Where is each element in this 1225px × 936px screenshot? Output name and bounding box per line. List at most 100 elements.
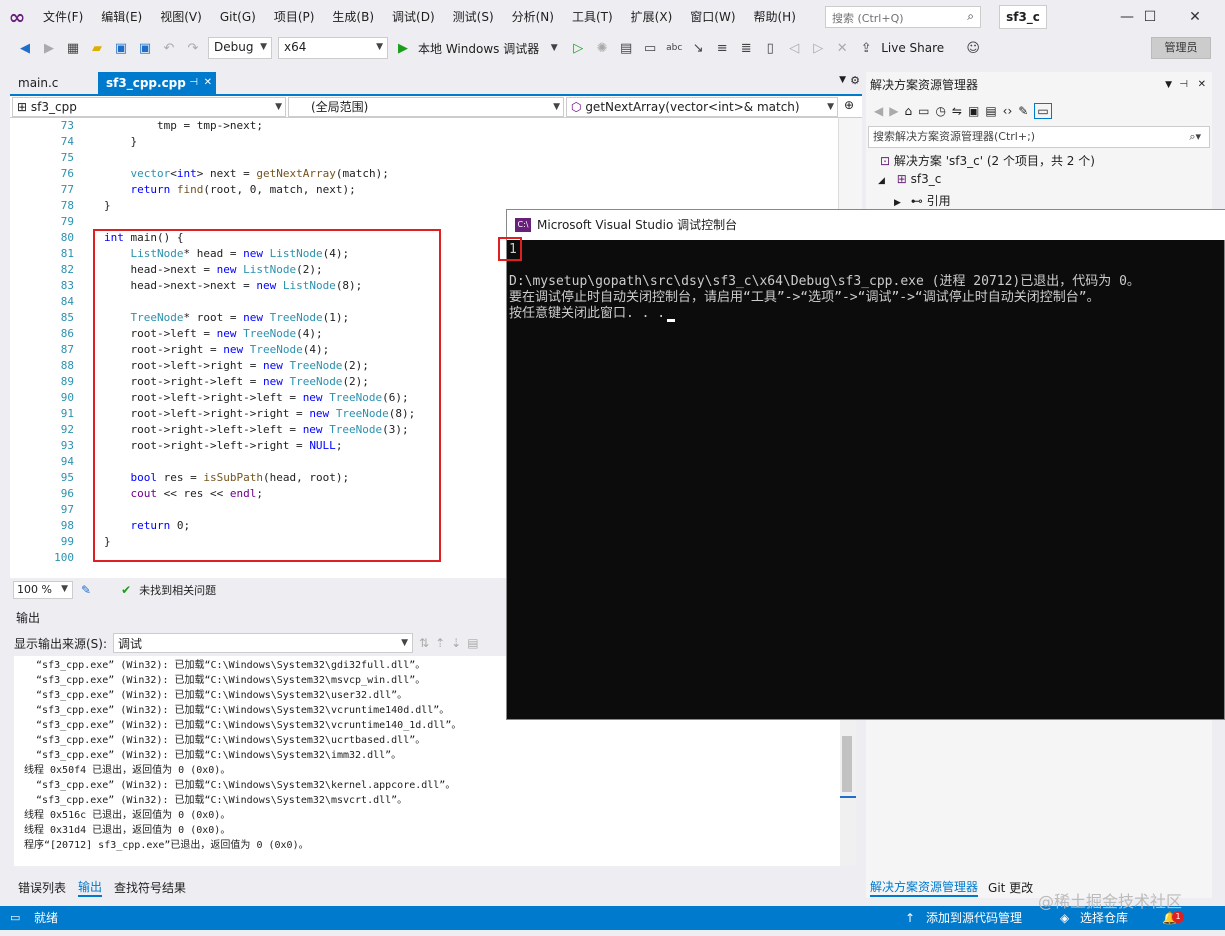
code-line[interactable]: 74 } bbox=[10, 134, 838, 150]
forward-icon[interactable]: ▶ bbox=[889, 104, 898, 118]
menu-item[interactable]: 调试(D) bbox=[383, 0, 444, 34]
next-message-icon[interactable]: ⇣ bbox=[451, 636, 461, 650]
hot-reload-icon[interactable]: ✺ bbox=[593, 39, 611, 57]
search-input[interactable]: 搜索 (Ctrl+Q) ⌕ bbox=[825, 6, 981, 28]
back-icon[interactable]: ◀ bbox=[874, 104, 883, 118]
layout-icon[interactable]: ▭ bbox=[641, 39, 659, 57]
expand-icon[interactable]: ◢ bbox=[878, 176, 885, 186]
zoom-select[interactable]: 100 % ▼ bbox=[13, 581, 73, 599]
uncomment-icon[interactable]: ≣ bbox=[737, 39, 755, 57]
code-icon[interactable]: ‹› bbox=[1003, 104, 1013, 118]
menu-item[interactable]: 编辑(E) bbox=[92, 0, 151, 34]
start-without-debug-icon[interactable]: ▷ bbox=[569, 39, 587, 57]
config-select[interactable]: Debug ▼ bbox=[208, 37, 272, 59]
sync-icon[interactable]: ⇋ bbox=[952, 104, 962, 118]
open-folder-icon[interactable]: ▰ bbox=[88, 39, 106, 57]
menu-item[interactable]: 生成(B) bbox=[323, 0, 383, 34]
debug-console-window[interactable]: C:\ Microsoft Visual Studio 调试控制台 1​D:\m… bbox=[506, 209, 1225, 720]
tree-references[interactable]: ▶ ⊷ 引用 bbox=[894, 192, 951, 209]
scope-select[interactable]: (全局范围) ▼ bbox=[288, 97, 564, 117]
code-line[interactable]: 76 vector<int> next = getNextArray(match… bbox=[10, 166, 838, 182]
output-source-select[interactable]: 调试 ▼ bbox=[113, 633, 414, 653]
code-health-icon[interactable]: ✎ bbox=[81, 583, 91, 597]
live-share-button[interactable]: Live Share bbox=[881, 41, 944, 55]
redo-icon[interactable]: ↷ bbox=[184, 39, 202, 57]
menu-item[interactable]: 项目(P) bbox=[265, 0, 324, 34]
undo-icon[interactable]: ↶ bbox=[160, 39, 178, 57]
forward-icon[interactable]: ▶ bbox=[40, 39, 58, 57]
platform-select[interactable]: x64 ▼ bbox=[278, 37, 388, 59]
next-bookmark-icon[interactable]: ▷ bbox=[809, 39, 827, 57]
show-all-icon[interactable]: ▤ bbox=[985, 104, 996, 118]
clear-bookmarks-icon[interactable]: ✕ bbox=[833, 39, 851, 57]
code-line[interactable]: 75 bbox=[10, 150, 838, 166]
menu-item[interactable]: 帮助(H) bbox=[745, 0, 805, 34]
tree-project[interactable]: ◢ ⊞ sf3_c bbox=[878, 172, 941, 186]
issues-status[interactable]: 未找到相关问题 bbox=[139, 582, 216, 598]
clear-all-icon[interactable]: ▤ bbox=[467, 636, 478, 650]
code-line[interactable]: 77 return find(root, 0, match, next); bbox=[10, 182, 838, 198]
run-debugger-button[interactable]: 本地 Windows 调试器 bbox=[418, 40, 539, 57]
feedback-icon[interactable]: ☺ bbox=[964, 39, 982, 57]
prev-message-icon[interactable]: ⇡ bbox=[435, 636, 445, 650]
project-select[interactable]: ⊞ sf3_cpp ▼ bbox=[12, 97, 286, 117]
collapse-icon[interactable]: ▣ bbox=[968, 104, 979, 118]
save-all-icon[interactable]: ▣ bbox=[136, 39, 154, 57]
new-project-icon[interactable]: ▦ bbox=[64, 39, 82, 57]
menu-item[interactable]: 窗口(W) bbox=[681, 0, 744, 34]
console-output[interactable]: 1​D:\mysetup\gopath\src\dsy\sf3_c\x64\De… bbox=[507, 240, 1225, 721]
console-line: 1 bbox=[509, 242, 517, 257]
back-icon[interactable]: ◀ bbox=[16, 39, 34, 57]
pin-icon[interactable]: ⊣ bbox=[1179, 74, 1188, 96]
close-icon[interactable]: ✕ bbox=[1198, 74, 1206, 96]
close-button[interactable]: ✕ bbox=[1173, 0, 1217, 34]
step-icon[interactable]: ↘ bbox=[689, 39, 707, 57]
collapse-arrow-icon[interactable]: ▶ bbox=[894, 198, 901, 208]
split-icon[interactable]: ⊕ bbox=[844, 98, 854, 112]
browse-icon[interactable]: ▤ bbox=[617, 39, 635, 57]
home-icon[interactable]: ⌂ bbox=[904, 104, 912, 118]
tab-main-c[interactable]: main.c bbox=[10, 72, 96, 94]
dropdown-icon[interactable]: ▼ bbox=[1165, 74, 1172, 96]
solution-search-input[interactable]: 搜索解决方案资源管理器(Ctrl+;) ⌕▾ bbox=[868, 126, 1210, 148]
settings-icon[interactable]: ⚙ bbox=[850, 74, 860, 87]
bookmark-icon[interactable]: ▯ bbox=[761, 39, 779, 57]
play-icon[interactable]: ▶ bbox=[394, 39, 412, 57]
code-line[interactable]: 73 tmp = tmp->next; bbox=[10, 118, 838, 134]
tab-output[interactable]: 输出 bbox=[78, 878, 103, 897]
menu-item[interactable]: 工具(T) bbox=[563, 0, 622, 34]
prev-bookmark-icon[interactable]: ◁ bbox=[785, 39, 803, 57]
menu-item[interactable]: 视图(V) bbox=[151, 0, 211, 34]
output-scroll-thumb[interactable] bbox=[842, 736, 852, 792]
maximize-button[interactable]: ☐ bbox=[1128, 0, 1172, 34]
find-message-icon[interactable]: ⇅ bbox=[419, 636, 429, 650]
add-source-icon[interactable]: ↑ bbox=[905, 906, 915, 930]
menu-item[interactable]: 分析(N) bbox=[503, 0, 563, 34]
save-icon[interactable]: ▣ bbox=[112, 39, 130, 57]
history-icon[interactable]: ◷ bbox=[935, 104, 945, 118]
member-select[interactable]: ⬡ getNextArray(vector<int>& match) ▼ bbox=[566, 97, 838, 117]
live-share-icon[interactable]: ⇪ bbox=[857, 39, 875, 57]
menu-item[interactable]: 测试(S) bbox=[444, 0, 503, 34]
tab-git-changes[interactable]: Git 更改 bbox=[988, 879, 1033, 896]
properties-icon[interactable]: ✎ bbox=[1018, 104, 1028, 118]
comment-icon[interactable]: ≡ bbox=[713, 39, 731, 57]
preview-icon[interactable]: ▭ bbox=[1034, 103, 1052, 119]
visual-studio-logo-icon[interactable]: ∞ bbox=[0, 0, 34, 34]
tab-solution-explorer[interactable]: 解决方案资源管理器 bbox=[870, 878, 979, 897]
close-tab-icon[interactable]: ✕ bbox=[204, 72, 212, 94]
dropdown-icon[interactable]: ▼ bbox=[545, 39, 563, 57]
console-title-bar[interactable]: C:\ Microsoft Visual Studio 调试控制台 bbox=[507, 210, 1225, 240]
menu-item[interactable]: Git(G) bbox=[211, 0, 265, 34]
tab-find-symbol[interactable]: 查找符号结果 bbox=[114, 879, 186, 896]
menu-item[interactable]: 文件(F) bbox=[34, 0, 92, 34]
tab-sf3-cpp[interactable]: sf3_cpp.cpp ⊣ ✕ bbox=[98, 72, 216, 94]
tree-solution[interactable]: ⊡ 解决方案 'sf3_c' (2 个项目，共 2 个) bbox=[880, 152, 1095, 169]
tab-list-icon[interactable]: ▼ bbox=[839, 75, 846, 85]
tab-error-list[interactable]: 错误列表 bbox=[18, 879, 66, 896]
switch-view-icon[interactable]: ▭ bbox=[918, 104, 929, 118]
add-source-control-button[interactable]: 添加到源代码管理 bbox=[926, 906, 1022, 930]
pin-icon[interactable]: ⊣ bbox=[189, 72, 198, 94]
spellcheck-icon[interactable]: abc bbox=[665, 39, 683, 57]
menu-item[interactable]: 扩展(X) bbox=[622, 0, 682, 34]
